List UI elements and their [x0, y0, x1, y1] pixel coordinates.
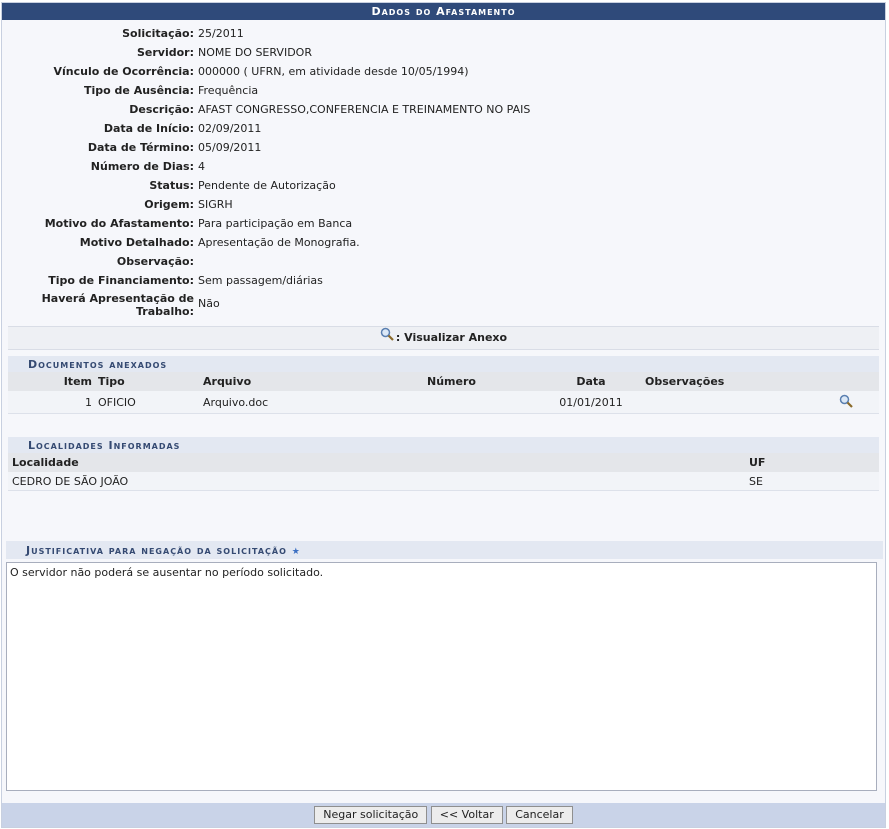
col-tipo: Tipo	[98, 372, 203, 391]
panel-caption: Dados do Afastamento	[2, 3, 885, 20]
field-label: Descrição:	[129, 103, 194, 116]
deny-request-button[interactable]: Negar solicitação	[314, 806, 428, 824]
field-row: Número de Dias: 4	[2, 157, 885, 176]
cell-item: 1	[8, 391, 98, 414]
col-localidade: Localidade	[8, 453, 749, 472]
info-list: Solicitação: 25/2011 Servidor: NOME DO SER…	[2, 20, 885, 318]
table-row: CEDRO DE SÃO JOÃO SE	[8, 472, 879, 491]
field-row: Observação:	[2, 252, 885, 271]
label-line: Haverá Apresentação de	[41, 292, 194, 305]
cell-data: 01/01/2011	[537, 391, 645, 414]
field-row: Vínculo de Ocorrência: 000000 ( UFRN, em …	[2, 62, 885, 81]
details-panel: Dados do Afastamento Solicitação: 25/2011…	[1, 2, 886, 828]
field-label: Servidor:	[136, 46, 194, 59]
documents-title: Documentos anexados	[8, 356, 879, 372]
field-value: Sem passagem/diárias	[198, 274, 323, 287]
field-value: Apresentação de Monografia.	[198, 236, 360, 249]
field-label: Tipo de Financiamento:	[48, 274, 194, 287]
view-attachment-label: : Visualizar Anexo	[395, 331, 508, 344]
col-data: Data	[537, 372, 645, 391]
field-row: Motivo Detalhado: Apresentação de Monogra…	[2, 233, 885, 252]
field-value: Frequência	[198, 84, 259, 97]
cell-arquivo: Arquivo.doc	[203, 391, 427, 414]
field-row: Data de Início: 02/09/2011	[2, 119, 885, 138]
field-label: Status:	[149, 179, 194, 192]
field-value: 000000 ( UFRN, em atividade desde 10/05/…	[198, 65, 469, 78]
view-document-button[interactable]	[839, 391, 879, 414]
required-star-icon: ★	[291, 547, 301, 557]
field-label: Origem:	[144, 198, 194, 211]
col-observacoes: Observações	[645, 372, 839, 391]
justification-title: Justificativa para negação da solicitaçã…	[6, 541, 883, 559]
back-button[interactable]: << Voltar	[430, 806, 503, 824]
field-value: 05/09/2011	[198, 141, 262, 154]
field-row: Tipo de Financiamento: Sem passagem/diári…	[2, 271, 885, 290]
view-attachment-link[interactable]: : Visualizar Anexo	[8, 326, 879, 350]
field-label: Data de Término:	[87, 141, 194, 154]
field-row: Data de Término: 05/09/2011	[2, 138, 885, 157]
col-numero: Número	[427, 372, 537, 391]
justification-textarea[interactable]: O servidor não poderá se ausentar no per…	[6, 562, 877, 791]
field-label: Motivo Detalhado:	[79, 236, 194, 249]
field-value: AFAST CONGRESSO,CONFERENCIA E TREINAMENT…	[198, 103, 531, 116]
cell-tipo: OFICIO	[98, 391, 203, 414]
cell-localidade: CEDRO DE SÃO JOÃO	[8, 472, 749, 491]
field-row: Motivo do Afastamento: Para participação …	[2, 214, 885, 233]
field-value: Não	[198, 297, 220, 310]
locations-header-row: Localidade UF	[8, 453, 879, 472]
field-row: Tipo de Ausência: Frequência	[2, 81, 885, 100]
cell-uf: SE	[749, 472, 879, 491]
locations-title: Localidades Informadas	[8, 437, 879, 453]
button-bar: Negar solicitação << Voltar Cancelar	[2, 803, 885, 827]
justification-section: Justificativa para negação da solicitaçã…	[6, 541, 883, 794]
field-label: Solicitação:	[122, 27, 194, 40]
field-row: Origem: SIGRH	[2, 195, 885, 214]
table-row: 1 OFICIO Arquivo.doc 01/01/2011	[8, 391, 879, 414]
field-label: Tipo de Ausência:	[84, 84, 194, 97]
locations-section: Localidades Informadas Localidade UF CED…	[8, 437, 879, 491]
field-value: SIGRH	[198, 198, 233, 211]
field-label: Haverá Apresentação de Trabalho:	[2, 290, 198, 318]
cell-obs	[645, 391, 839, 414]
field-row: Solicitação: 25/2011	[2, 24, 885, 43]
field-value: 25/2011	[198, 27, 244, 40]
field-value: Pendente de Autorização	[198, 179, 336, 192]
justification-title-text: Justificativa para negação da solicitaçã…	[26, 544, 287, 557]
magnifier-icon[interactable]	[839, 394, 853, 408]
field-row: Servidor: NOME DO SERVIDOR	[2, 43, 885, 62]
field-row: Status: Pendente de Autorização	[2, 176, 885, 195]
field-value: Para participação em Banca	[198, 217, 353, 230]
documents-table: Item Tipo Arquivo Número Data Observaçõe…	[8, 372, 879, 414]
label-line: Trabalho:	[136, 305, 194, 318]
col-arquivo: Arquivo	[203, 372, 427, 391]
cell-numero	[427, 391, 537, 414]
documents-header-row: Item Tipo Arquivo Número Data Observaçõe…	[8, 372, 879, 391]
col-action	[839, 372, 879, 391]
field-label: Vínculo de Ocorrência:	[53, 65, 194, 78]
field-label: Data de Início:	[103, 122, 194, 135]
field-value: NOME DO SERVIDOR	[198, 46, 312, 59]
field-label: Motivo do Afastamento:	[44, 217, 194, 230]
cancel-button[interactable]: Cancelar	[506, 806, 573, 824]
field-label: Observação:	[116, 255, 194, 268]
field-row: Descrição: AFAST CONGRESSO,CONFERENCIA E …	[2, 100, 885, 119]
documents-section: Documentos anexados Item Tipo Arquivo Nú…	[8, 356, 879, 414]
field-row: Haverá Apresentação de Trabalho: Não	[2, 290, 885, 318]
field-value: 02/09/2011	[198, 122, 262, 135]
magnifier-icon	[380, 327, 394, 349]
col-item: Item	[8, 372, 98, 391]
field-label: Número de Dias:	[90, 160, 194, 173]
locations-table: Localidade UF CEDRO DE SÃO JOÃO SE	[8, 453, 879, 491]
field-value: 4	[198, 160, 205, 173]
col-uf: UF	[749, 453, 879, 472]
